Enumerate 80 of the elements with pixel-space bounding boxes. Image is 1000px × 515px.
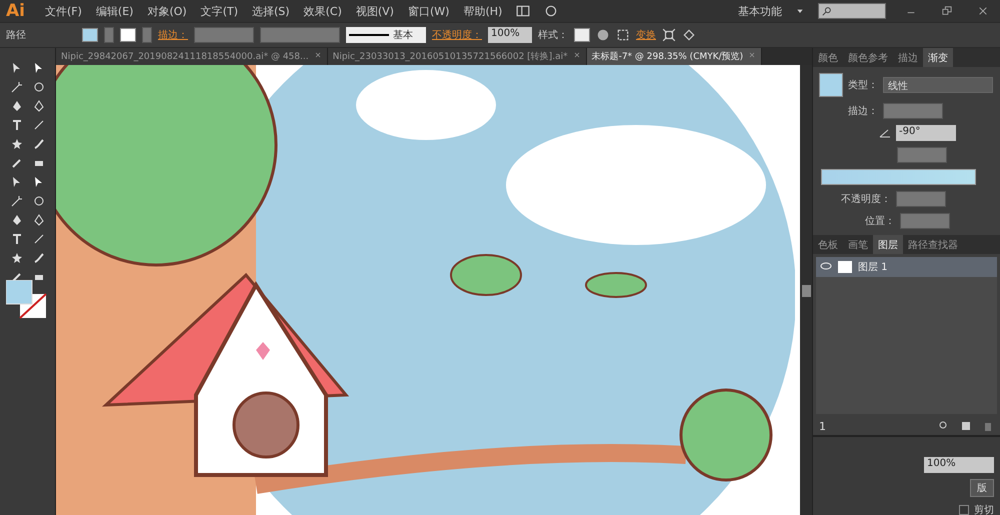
align-icon[interactable] [616,28,630,42]
angle-field[interactable]: -90° [896,125,956,141]
style-swatch[interactable] [574,28,590,42]
layout-grid-icon[interactable] [516,4,530,18]
caret-icon[interactable] [796,7,804,15]
stroke-weight-field[interactable] [194,27,254,43]
menu-item[interactable]: 对象(O) [147,4,187,18]
layer-name: 图层 1 [858,261,888,274]
panel-tab[interactable]: 路径查找器 [903,235,963,254]
star-tool-icon[interactable] [11,252,23,264]
gradient-type-dropdown[interactable]: 线性 [883,77,993,93]
pencil-tool-icon[interactable] [11,270,23,282]
transparency-opacity-field[interactable]: 100% [924,457,994,473]
panel-tab[interactable]: 色板 [813,235,843,254]
stroke-line-icon [349,33,389,37]
panel-tab[interactable]: 渐变 [923,48,953,67]
menu-item[interactable]: 文件(F) [44,4,82,18]
gradient-opacity-label: 不透明度： [841,192,891,206]
gradient-preview-swatch[interactable] [819,73,843,97]
line-tool-icon[interactable] [33,232,45,244]
layer-thumbnail [838,261,852,273]
scrollbar-thumb[interactable] [802,285,810,297]
menu-item[interactable]: 视图(V) [356,4,394,18]
eye-icon[interactable] [820,260,832,272]
close-icon[interactable] [748,51,756,59]
layer-row[interactable]: 图层 1 [816,257,997,277]
stroke-label[interactable]: 描边： [158,28,188,42]
selection-type-label: 路径 [6,29,27,42]
aspect-ratio-field[interactable] [897,147,947,163]
magic-wand-icon[interactable] [11,80,23,92]
restore-icon[interactable] [942,6,952,16]
panel-tab[interactable]: 图层 [873,235,903,254]
close-icon[interactable] [314,51,322,59]
stroke-swatch[interactable] [120,28,136,42]
panel-tab[interactable]: 颜色参考 [843,48,893,67]
opacity-label[interactable]: 不透明度： [432,28,482,42]
document-tab[interactable]: Nipic_29842067_20190824111818554000.ai* @ 458... [56,48,328,65]
search-field[interactable] [818,3,886,19]
line-icon[interactable] [33,118,45,130]
gradient-opacity-field[interactable] [896,191,946,207]
search-icon[interactable] [822,6,832,16]
document-tab[interactable]: 未标题-7* @ 298.35% (CMYK/预览) [586,48,762,65]
stroke-style-dropdown[interactable]: 基本 [346,27,426,43]
menu-item[interactable]: 编辑(E) [96,4,134,18]
menu-item[interactable]: 窗口(W) [408,4,450,18]
app-logo: Ai [6,1,25,21]
type-label: 类型： [848,78,878,92]
layer-count: 1 [819,420,826,432]
gradient-position-field[interactable] [900,213,950,229]
panel-tab[interactable]: 描边 [893,48,923,67]
clip-checkbox[interactable] [959,505,969,515]
style-label: 样式： [538,28,568,42]
type-tool-icon[interactable] [11,232,23,244]
angle-icon[interactable] [879,127,891,139]
panel-tab[interactable]: 颜色 [813,48,843,67]
magic-wand-tool-icon[interactable] [11,194,23,206]
panel-tab[interactable]: 画笔 [843,235,873,254]
gradient-position-label: 位置： [865,214,895,228]
close-icon[interactable] [978,6,988,16]
menu-item[interactable]: 文字(T) [200,4,238,18]
type-icon[interactable] [11,118,23,130]
menu-item[interactable]: 选择(S) [252,4,290,18]
close-icon[interactable] [572,51,581,59]
stroke-label: 描边： [848,104,878,118]
star-icon[interactable] [11,138,23,150]
isolate-icon[interactable] [662,28,676,42]
make-mask-button[interactable]: 版 [970,479,994,497]
clip-label: 剪切 [974,504,994,515]
menu-item[interactable]: 效果(C) [304,4,342,18]
brush-icon[interactable] [33,138,45,150]
transform-link[interactable]: 变换 [636,28,656,42]
menu-item[interactable]: 帮助(H) [463,4,502,18]
document-tab[interactable]: Nipic_23033013_20160510135721566002 [转换].ai* [328,48,587,65]
trash-icon[interactable] [982,420,994,432]
pencil-icon[interactable] [11,156,23,168]
brush-tool-icon[interactable] [33,252,45,264]
new-layer-icon[interactable] [960,420,972,432]
workspace-switcher[interactable]: 基本功能 [738,4,782,18]
opacity-field[interactable]: 100% [488,27,532,43]
fill-swatch[interactable] [82,28,98,42]
